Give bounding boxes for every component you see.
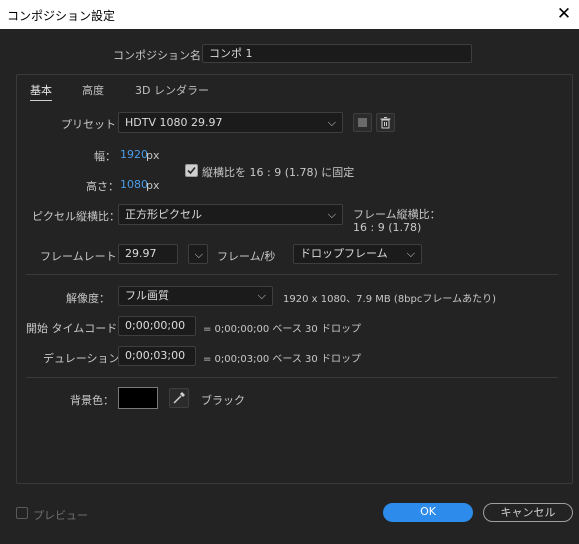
tab-advanced[interactable]: 高度	[82, 82, 104, 98]
start-timecode-label: 開始 タイムコード：	[26, 322, 129, 335]
height-label: 高さ：	[86, 180, 119, 193]
cancel-button[interactable]: キャンセル	[483, 503, 573, 522]
preset-dropdown[interactable]: HDTV 1080 29.97 ⌵	[118, 112, 343, 133]
delete-preset-button[interactable]	[376, 113, 395, 132]
close-icon[interactable]: ✕	[549, 0, 579, 29]
resolution-dropdown[interactable]: フル画質 ⌵	[118, 286, 273, 306]
tab-basic[interactable]: 基本	[30, 82, 52, 101]
chevron-down-icon: ⌵	[257, 289, 266, 302]
trash-icon	[380, 117, 391, 129]
save-preset-button[interactable]	[353, 113, 372, 132]
settings-panel	[16, 74, 573, 484]
duration-input[interactable]: 0;00;03;00	[118, 346, 196, 366]
eyedropper-icon	[173, 392, 185, 404]
tab-3d-renderer[interactable]: 3D レンダラー	[135, 82, 209, 98]
window-title: コンポジション設定	[7, 9, 116, 23]
resolution-label: 解像度：	[66, 292, 110, 305]
frame-rate-input[interactable]: 29.97	[118, 244, 178, 264]
frame-aspect-value: 16 : 9 (1.78)	[353, 221, 422, 234]
duration-info: = 0;00;03;00 ベース 30 ドロップ	[203, 354, 361, 365]
preview-checkbox[interactable]	[16, 507, 28, 519]
frame-aspect-label: フレーム縦横比：	[353, 208, 441, 221]
preset-value: HDTV 1080 29.97	[125, 116, 223, 129]
chevron-down-icon: ⌵	[406, 247, 415, 260]
divider	[26, 274, 558, 275]
comp-name-label: コンポジション名：	[113, 49, 212, 62]
start-timecode-info: = 0;00;00;00 ベース 30 ドロップ	[203, 324, 361, 335]
background-color-swatch[interactable]	[118, 387, 158, 409]
ok-button[interactable]: OK	[383, 503, 473, 522]
pixel-aspect-label: ピクセル縦横比：	[32, 210, 120, 223]
chevron-down-icon: ⌵	[327, 116, 336, 129]
frame-rate-unit: フレーム/秒	[217, 250, 276, 263]
drop-frame-dropdown[interactable]: ドロップフレーム ⌵	[293, 244, 422, 264]
aspect-lock-checkbox[interactable]	[185, 164, 198, 177]
height-unit: px	[146, 179, 160, 192]
width-unit: px	[146, 149, 160, 162]
chevron-down-icon: ⌵	[327, 208, 336, 221]
drop-frame-value: ドロップフレーム	[300, 247, 388, 260]
pixel-aspect-value: 正方形ピクセル	[125, 208, 202, 221]
height-value[interactable]: 1080	[120, 178, 148, 191]
comp-name-input[interactable]: コンポ 1	[202, 44, 472, 63]
save-preset-icon	[358, 118, 367, 127]
checkmark-icon	[187, 166, 196, 175]
frame-rate-presets-dropdown[interactable]: ⌵	[188, 244, 208, 264]
frame-rate-label: フレームレート：	[40, 250, 128, 263]
pixel-aspect-dropdown[interactable]: 正方形ピクセル ⌵	[118, 204, 343, 225]
width-label: 幅：	[94, 150, 116, 163]
background-color-name: ブラック	[201, 394, 245, 407]
aspect-lock-label: 縦横比を 16 : 9 (1.78) に固定	[202, 166, 355, 179]
eyedropper-button[interactable]	[169, 388, 189, 408]
chevron-down-icon: ⌵	[194, 248, 203, 261]
start-timecode-input[interactable]: 0;00;00;00	[118, 316, 196, 336]
title-bar: コンポジション設定 ✕	[0, 0, 579, 29]
resolution-info: 1920 x 1080、7.9 MB (8bpcフレームあたり)	[283, 294, 496, 305]
background-color-label: 背景色：	[70, 394, 114, 407]
divider	[26, 377, 558, 378]
resolution-value: フル画質	[125, 289, 169, 302]
preview-label: プレビュー	[33, 509, 88, 522]
width-value[interactable]: 1920	[120, 148, 148, 161]
